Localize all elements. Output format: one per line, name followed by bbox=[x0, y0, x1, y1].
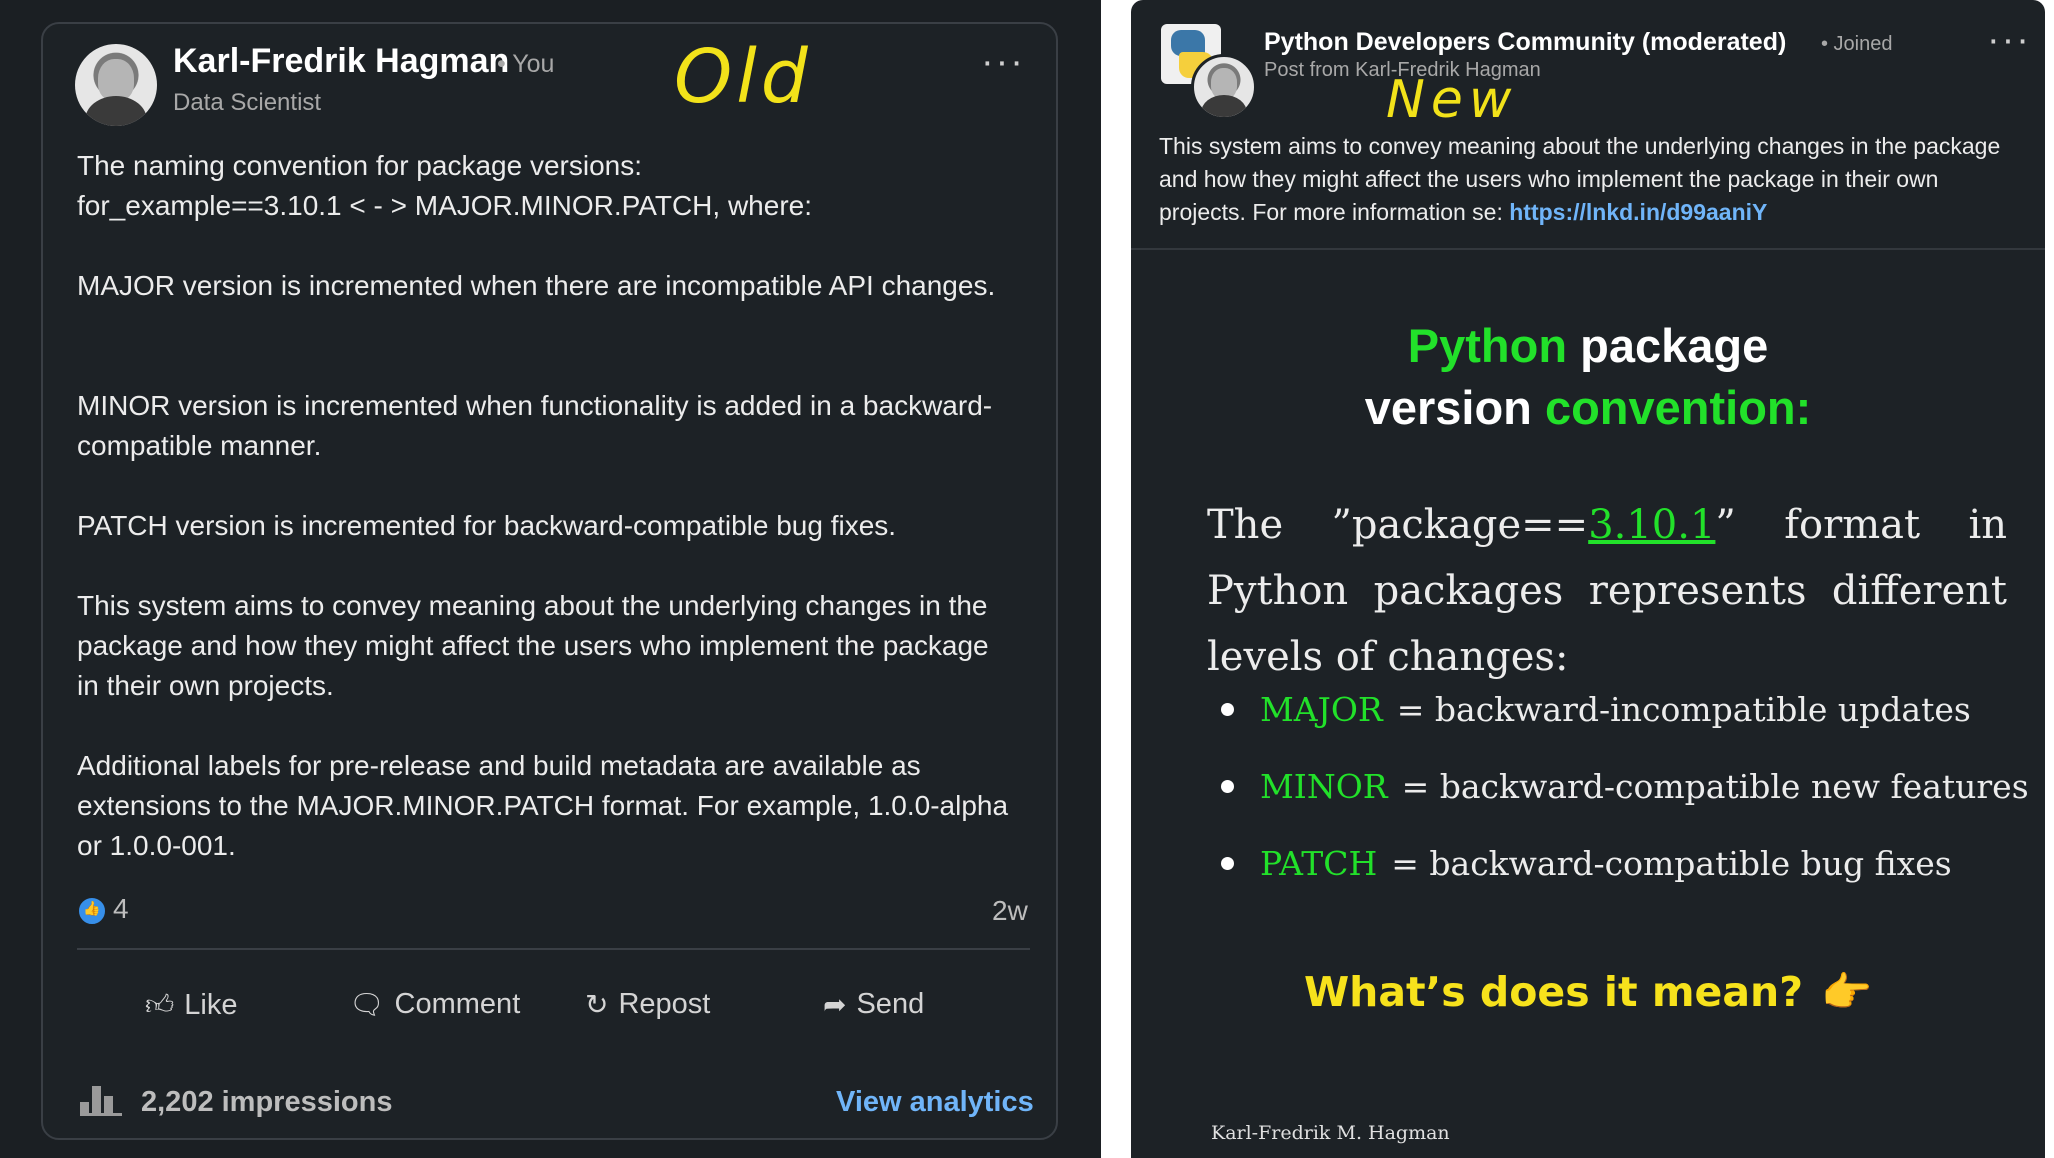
pane-divider bbox=[1101, 0, 1120, 1158]
author-name[interactable]: Karl-Fredrik Hagman bbox=[173, 42, 509, 81]
repost-icon: ↻ bbox=[585, 989, 609, 1020]
bullet-minor: MINOR = backward-compatible new features bbox=[1221, 767, 2029, 806]
comment-button[interactable]: 🗨︎ Comment bbox=[349, 988, 520, 1021]
group-post-card: Python Developers Community (moderated) … bbox=[1131, 0, 2045, 1158]
repost-label: Repost bbox=[618, 988, 711, 1020]
ellipsis-icon[interactable]: ··· bbox=[981, 43, 1025, 81]
view-analytics-link[interactable]: View analytics bbox=[836, 1086, 1034, 1119]
avatar[interactable] bbox=[1191, 54, 1257, 120]
bullet-major: MAJOR = backward-incompatible updates bbox=[1221, 690, 1971, 729]
like-reaction-icon[interactable] bbox=[77, 896, 107, 926]
comment-label: Comment bbox=[394, 988, 521, 1020]
new-post-pane: Python Developers Community (moderated) … bbox=[1120, 0, 2054, 1158]
post-paragraph: This system aims to convey meaning about… bbox=[77, 590, 997, 701]
slide-title-line1: Python package bbox=[1407, 319, 1769, 372]
slide-intro: The ”package==3.10.1” format in Python p… bbox=[1207, 502, 2008, 680]
post-description: This system aims to convey meaning about… bbox=[1159, 133, 2001, 225]
old-annotation: Old bbox=[674, 34, 812, 120]
post-paragraph: The naming convention for package versio… bbox=[77, 150, 812, 221]
group-name[interactable]: Python Developers Community (moderated) bbox=[1264, 28, 1786, 57]
joined-badge: • Joined bbox=[1821, 33, 1893, 55]
post-paragraph: PATCH version is incremented for backwar… bbox=[77, 510, 897, 541]
impressions-count[interactable]: 2,202 impressions bbox=[141, 1086, 392, 1119]
avatar[interactable] bbox=[75, 44, 157, 126]
post-paragraph: Additional labels for pre-release and bu… bbox=[77, 750, 1016, 861]
slide-footer: Karl-Fredrik M. Hagman bbox=[1211, 1122, 1450, 1144]
author-headline: Data Scientist bbox=[173, 89, 322, 116]
pointing-hand-icon: 👉 bbox=[1820, 968, 1873, 1016]
ellipsis-icon[interactable]: ··· bbox=[1987, 21, 2031, 59]
you-badge: • You bbox=[497, 50, 555, 78]
send-button[interactable]: ➦ Send bbox=[823, 988, 924, 1021]
send-icon: ➦ bbox=[823, 989, 847, 1020]
slide-cta: What’s does it mean? 👉 bbox=[1303, 968, 1873, 1016]
post-paragraph: MAJOR version is incremented when there … bbox=[77, 270, 996, 301]
post-link[interactable]: https://lnkd.in/d99aaniY bbox=[1509, 199, 1767, 225]
reaction-count[interactable]: 4 bbox=[113, 893, 129, 925]
post-card: Karl-Fredrik Hagman • You Data Scientist… bbox=[41, 22, 1058, 1140]
thumbs-up-icon: 👍︎ bbox=[145, 989, 175, 1020]
divider bbox=[77, 948, 1030, 950]
send-label: Send bbox=[856, 988, 925, 1020]
bullet-patch: PATCH = backward-compatible bug fixes bbox=[1221, 844, 1952, 883]
old-post-pane: Karl-Fredrik Hagman • You Data Scientist… bbox=[0, 0, 1101, 1158]
like-label: Like bbox=[184, 988, 238, 1021]
slide-title-line2: version convention: bbox=[1364, 381, 1812, 434]
divider bbox=[1131, 248, 2045, 250]
comment-icon: 🗨︎ bbox=[349, 989, 385, 1020]
repost-button[interactable]: ↻ Repost bbox=[585, 988, 710, 1021]
like-button[interactable]: 👍︎ Like bbox=[145, 988, 237, 1022]
post-paragraph: MINOR version is incremented when functi… bbox=[77, 390, 993, 461]
new-annotation: New bbox=[1386, 70, 1518, 130]
bar-chart-icon bbox=[80, 1084, 122, 1116]
